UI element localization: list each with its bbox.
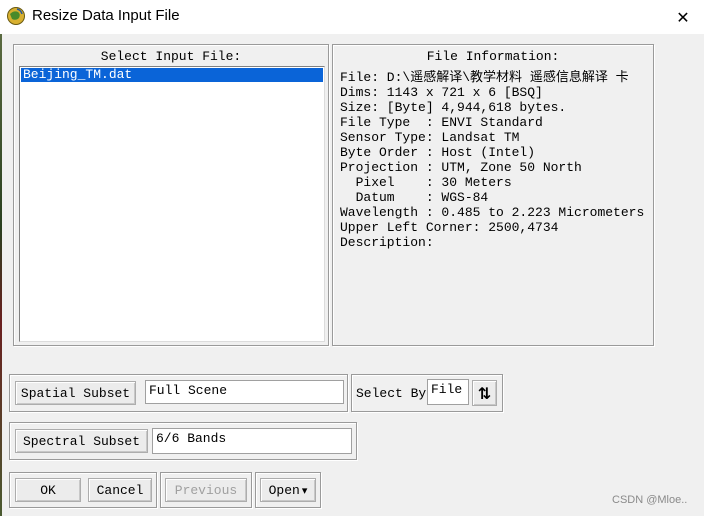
spectral-subset-value: 6/6 Bands [152,428,352,454]
info-line-byte-order: Byte Order : Host (Intel) [340,145,536,160]
info-line-sensor-type: Sensor Type: Landsat TM [340,130,520,145]
select-by-label: Select By [356,386,427,401]
ok-cancel-group: OK Cancel [9,472,157,508]
background-strip [0,34,2,516]
info-line-dims: Dims: 1143 x 721 x 6 [BSQ] [340,85,543,100]
info-line-wavelength: Wavelength : 0.485 to 2.223 Micrometers [340,205,645,220]
info-line-size: Size: [Byte] 4,944,618 bytes. [340,100,567,115]
input-file-panel: Select Input File: Beijing_TM.dat [13,44,329,346]
spectral-subset-group: Spectral Subset 6/6 Bands [9,422,357,460]
open-group: Open ▾ [255,472,321,508]
info-line-file-type: File Type : ENVI Standard [340,115,543,130]
file-info-panel-label: File Information: [426,49,560,64]
select-by-value: File [427,379,469,405]
sort-toggle-button[interactable]: ⇅ [472,380,497,406]
input-file-list[interactable]: Beijing_TM.dat [19,66,325,342]
window-title: Resize Data Input File [32,7,180,24]
envi-globe-icon [7,7,25,25]
cancel-button[interactable]: Cancel [88,478,152,502]
title-bar: Resize Data Input File ✕ [0,0,704,34]
previous-group: Previous [160,472,252,508]
chevron-down-icon: ▾ [301,483,308,497]
select-by-group: Select By File ⇅ [351,374,503,412]
close-icon: ✕ [676,7,690,27]
info-line-projection: Projection : UTM, Zone 50 North [340,160,582,175]
sort-arrows-icon: ⇅ [477,383,492,403]
info-line-file: File: D:\遥感解译\教学材料 遥感信息解译 卡 [340,70,629,85]
spatial-subset-value: Full Scene [145,380,344,404]
file-info-text: File: D:\遥感解译\教学材料 遥感信息解译 卡 Dims: 1143 x… [340,70,650,250]
input-file-panel-label: Select Input File: [100,49,242,64]
ok-button[interactable]: OK [15,478,81,502]
list-item[interactable]: Beijing_TM.dat [21,68,323,82]
info-line-description: Description: [340,235,434,250]
close-button[interactable]: ✕ [662,0,704,34]
file-info-panel: File Information: File: D:\遥感解译\教学材料 遥感信… [332,44,654,346]
spectral-subset-button[interactable]: Spectral Subset [15,429,148,453]
previous-button[interactable]: Previous [165,478,247,502]
open-menu-button[interactable]: Open ▾ [260,478,316,502]
spatial-subset-group: Spatial Subset Full Scene [9,374,348,412]
open-label: Open [268,482,300,498]
spatial-subset-button[interactable]: Spatial Subset [15,381,136,405]
watermark: CSDN @Mloe.. [612,494,688,506]
info-line-pixel: Pixel : 30 Meters [340,175,512,190]
info-line-upper-left: Upper Left Corner: 2500,4734 [340,220,559,235]
info-line-datum: Datum : WGS-84 [340,190,489,205]
